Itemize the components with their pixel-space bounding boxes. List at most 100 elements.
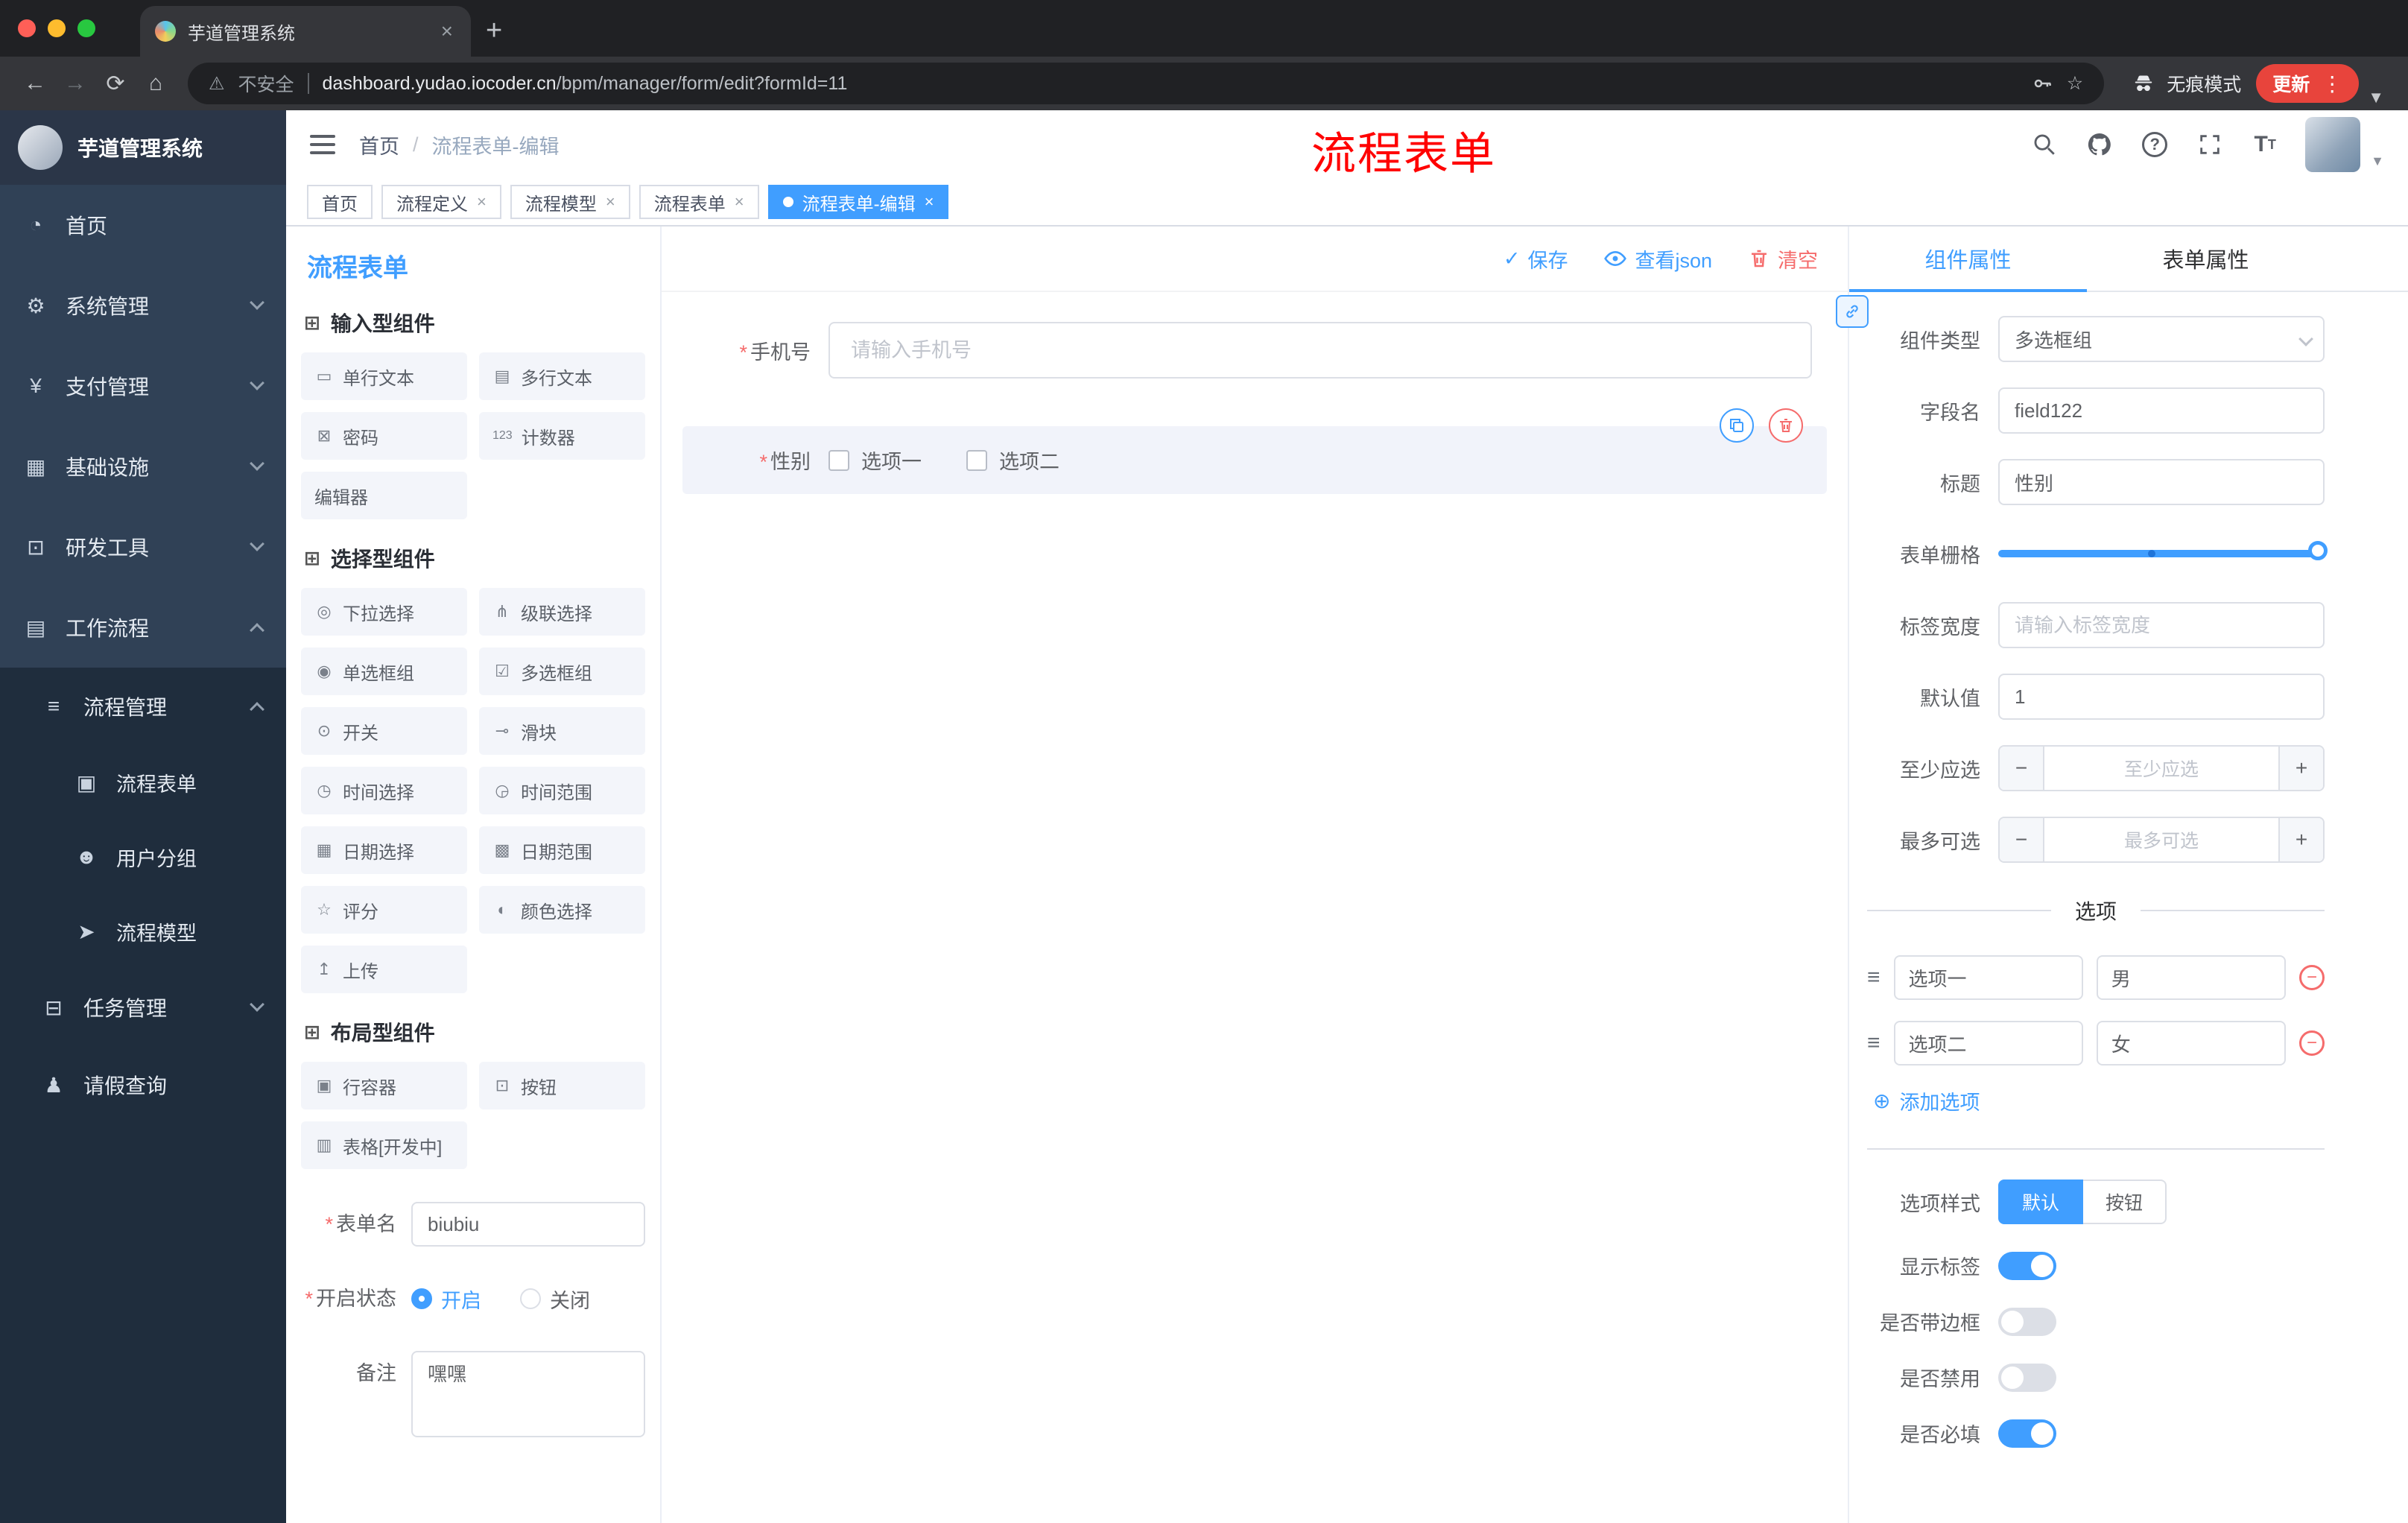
window-zoom-button[interactable] — [77, 19, 95, 37]
delete-item-button[interactable] — [1769, 408, 1803, 443]
browser-tab[interactable]: 芋道管理系统 × — [140, 6, 471, 57]
max-select-stepper[interactable]: − 最多可选 + — [1998, 817, 2325, 863]
component-upload[interactable]: ↥ 上传 — [301, 946, 467, 993]
fullscreen-icon[interactable] — [2195, 130, 2225, 159]
drag-handle-icon[interactable]: ≡ — [1867, 1030, 1881, 1056]
option-label-input[interactable] — [1893, 1021, 2083, 1066]
link-icon[interactable] — [1836, 295, 1869, 328]
minus-icon[interactable]: − — [2000, 818, 2044, 861]
sidebar-toggle-icon[interactable] — [310, 135, 335, 154]
checkbox-icon[interactable] — [966, 449, 987, 471]
tag-close-icon[interactable]: × — [606, 192, 615, 212]
component-color-picker[interactable]: ◐ 颜色选择 — [479, 886, 645, 934]
incognito-badge[interactable]: 无痕模式 — [2116, 70, 2256, 97]
clear-button[interactable]: 清空 — [1748, 244, 1818, 273]
component-password[interactable]: ⊠ 密码 — [301, 412, 467, 460]
search-icon[interactable] — [2030, 130, 2059, 159]
required-switch[interactable] — [1998, 1419, 2056, 1448]
help-icon[interactable]: ? — [2140, 130, 2170, 159]
tag-process-definition[interactable]: 流程定义 × — [381, 185, 501, 219]
component-button[interactable]: ⊡ 按钮 — [479, 1062, 645, 1109]
window-close-button[interactable] — [18, 19, 36, 37]
component-date-picker[interactable]: ▦ 日期选择 — [301, 826, 467, 874]
min-select-stepper[interactable]: − 至少应选 + — [1998, 745, 2325, 791]
sidebar-item-payment[interactable]: ¥ 支付管理 — [0, 346, 286, 426]
browser-menu-icon[interactable]: ⋮ — [2322, 72, 2342, 96]
user-avatar[interactable] — [2305, 117, 2361, 172]
forward-button[interactable]: → — [55, 71, 95, 96]
sidebar-item-system[interactable]: ⚙ 系统管理 — [0, 265, 286, 346]
sidebar-item-user-group[interactable]: ☻ 用户分组 — [0, 820, 286, 894]
tag-close-icon[interactable]: × — [477, 192, 487, 212]
breadcrumb-home[interactable]: 首页 — [359, 130, 399, 159]
max-select-placeholder[interactable]: 最多可选 — [2044, 818, 2278, 861]
browser-update-button[interactable]: 更新 ⋮ — [2256, 64, 2360, 103]
add-option-button[interactable]: ⊕ 添加选项 — [1873, 1086, 2325, 1115]
sidebar-item-process-model[interactable]: ➤ 流程模型 — [0, 894, 286, 969]
canvas-item-gender-selected[interactable]: * 性别 选项一 选项二 — [682, 408, 1827, 494]
form-name-input[interactable] — [411, 1202, 645, 1247]
border-switch[interactable] — [1998, 1307, 2056, 1336]
component-checkbox-group[interactable]: ☑ 多选框组 — [479, 647, 645, 695]
back-button[interactable]: ← — [15, 71, 55, 96]
slider-track[interactable] — [1998, 550, 2325, 557]
sidebar-item-home[interactable]: ◔ 首页 — [0, 185, 286, 265]
component-row-container[interactable]: ▣ 行容器 — [301, 1062, 467, 1109]
sidebar-item-devtools[interactable]: ⊡ 研发工具 — [0, 507, 286, 587]
component-table[interactable]: ▥ 表格[开发中] — [301, 1121, 467, 1169]
style-button-button[interactable]: 按钮 — [2083, 1180, 2167, 1224]
component-counter[interactable]: 123 计数器 — [479, 412, 645, 460]
component-editor[interactable]: 编辑器 — [301, 472, 467, 519]
field-name-input[interactable] — [1998, 387, 2325, 434]
sidebar-item-infrastructure[interactable]: ▦ 基础设施 — [0, 426, 286, 507]
tab-form-props[interactable]: 表单属性 — [2087, 227, 2325, 291]
font-size-icon[interactable]: TT — [2250, 130, 2280, 159]
option-value-input[interactable] — [2096, 955, 2287, 1000]
option-label-input[interactable] — [1893, 955, 2083, 1000]
component-select[interactable]: ◎ 下拉选择 — [301, 588, 467, 636]
disabled-switch[interactable] — [1998, 1363, 2056, 1392]
reload-button[interactable]: ⟳ — [95, 71, 136, 97]
tag-close-icon[interactable]: × — [925, 192, 934, 212]
password-key-icon[interactable] — [2031, 72, 2053, 95]
sidebar-item-workflow[interactable]: ▤ 工作流程 — [0, 587, 286, 668]
component-switch[interactable]: ⊙ 开关 — [301, 707, 467, 755]
tab-component-props[interactable]: 组件属性 — [1849, 227, 2087, 292]
address-bar[interactable]: ⚠ 不安全 dashboard.yudao.iocoder.cn/bpm/man… — [188, 63, 2105, 104]
grid-slider[interactable] — [1998, 531, 2328, 577]
component-radio-group[interactable]: ◉ 单选框组 — [301, 647, 467, 695]
remove-option-icon[interactable]: − — [2299, 965, 2325, 990]
status-radio-off[interactable]: 关闭 — [520, 1285, 590, 1314]
plus-icon[interactable]: + — [2278, 818, 2323, 861]
component-time-picker[interactable]: ◷ 时间选择 — [301, 767, 467, 814]
tag-process-form-edit[interactable]: 流程表单-编辑 × — [767, 185, 949, 219]
component-multi-line-text[interactable]: ▤ 多行文本 — [479, 352, 645, 400]
tab-close-icon[interactable]: × — [438, 19, 456, 43]
gender-checkbox-option2[interactable]: 选项二 — [966, 446, 1059, 475]
canvas-item-phone[interactable]: * 手机号 — [682, 319, 1827, 381]
component-date-range[interactable]: ▩ 日期范围 — [479, 826, 645, 874]
slider-handle[interactable] — [2308, 541, 2328, 560]
style-default-button[interactable]: 默认 — [1998, 1180, 2084, 1224]
option-value-input[interactable] — [2096, 1021, 2287, 1066]
sidebar-item-leave-query[interactable]: ♟ 请假查询 — [0, 1046, 286, 1124]
new-tab-button[interactable]: + — [486, 16, 502, 45]
github-icon[interactable] — [2085, 130, 2114, 159]
copy-item-button[interactable] — [1720, 408, 1754, 443]
label-width-input[interactable] — [1998, 602, 2325, 648]
chevron-down-icon[interactable]: ▼ — [2359, 88, 2393, 107]
component-rate[interactable]: ☆ 评分 — [301, 886, 467, 934]
minus-icon[interactable]: − — [2000, 747, 2044, 790]
min-select-placeholder[interactable]: 至少应选 — [2044, 747, 2278, 790]
default-value-input[interactable] — [1998, 674, 2325, 720]
status-radio-on[interactable]: 开启 — [411, 1285, 481, 1314]
component-cascader[interactable]: ⋔ 级联选择 — [479, 588, 645, 636]
sidebar-item-task-management[interactable]: ⊟ 任务管理 — [0, 969, 286, 1046]
drag-handle-icon[interactable]: ≡ — [1867, 965, 1881, 990]
tag-process-model[interactable]: 流程模型 × — [510, 185, 630, 219]
view-json-button[interactable]: 查看json — [1603, 244, 1712, 273]
sidebar-logo[interactable]: 芋道管理系统 — [0, 110, 286, 185]
show-label-switch[interactable] — [1998, 1251, 2056, 1280]
window-minimize-button[interactable] — [48, 19, 66, 37]
bookmark-star-icon[interactable]: ☆ — [2067, 72, 2083, 95]
